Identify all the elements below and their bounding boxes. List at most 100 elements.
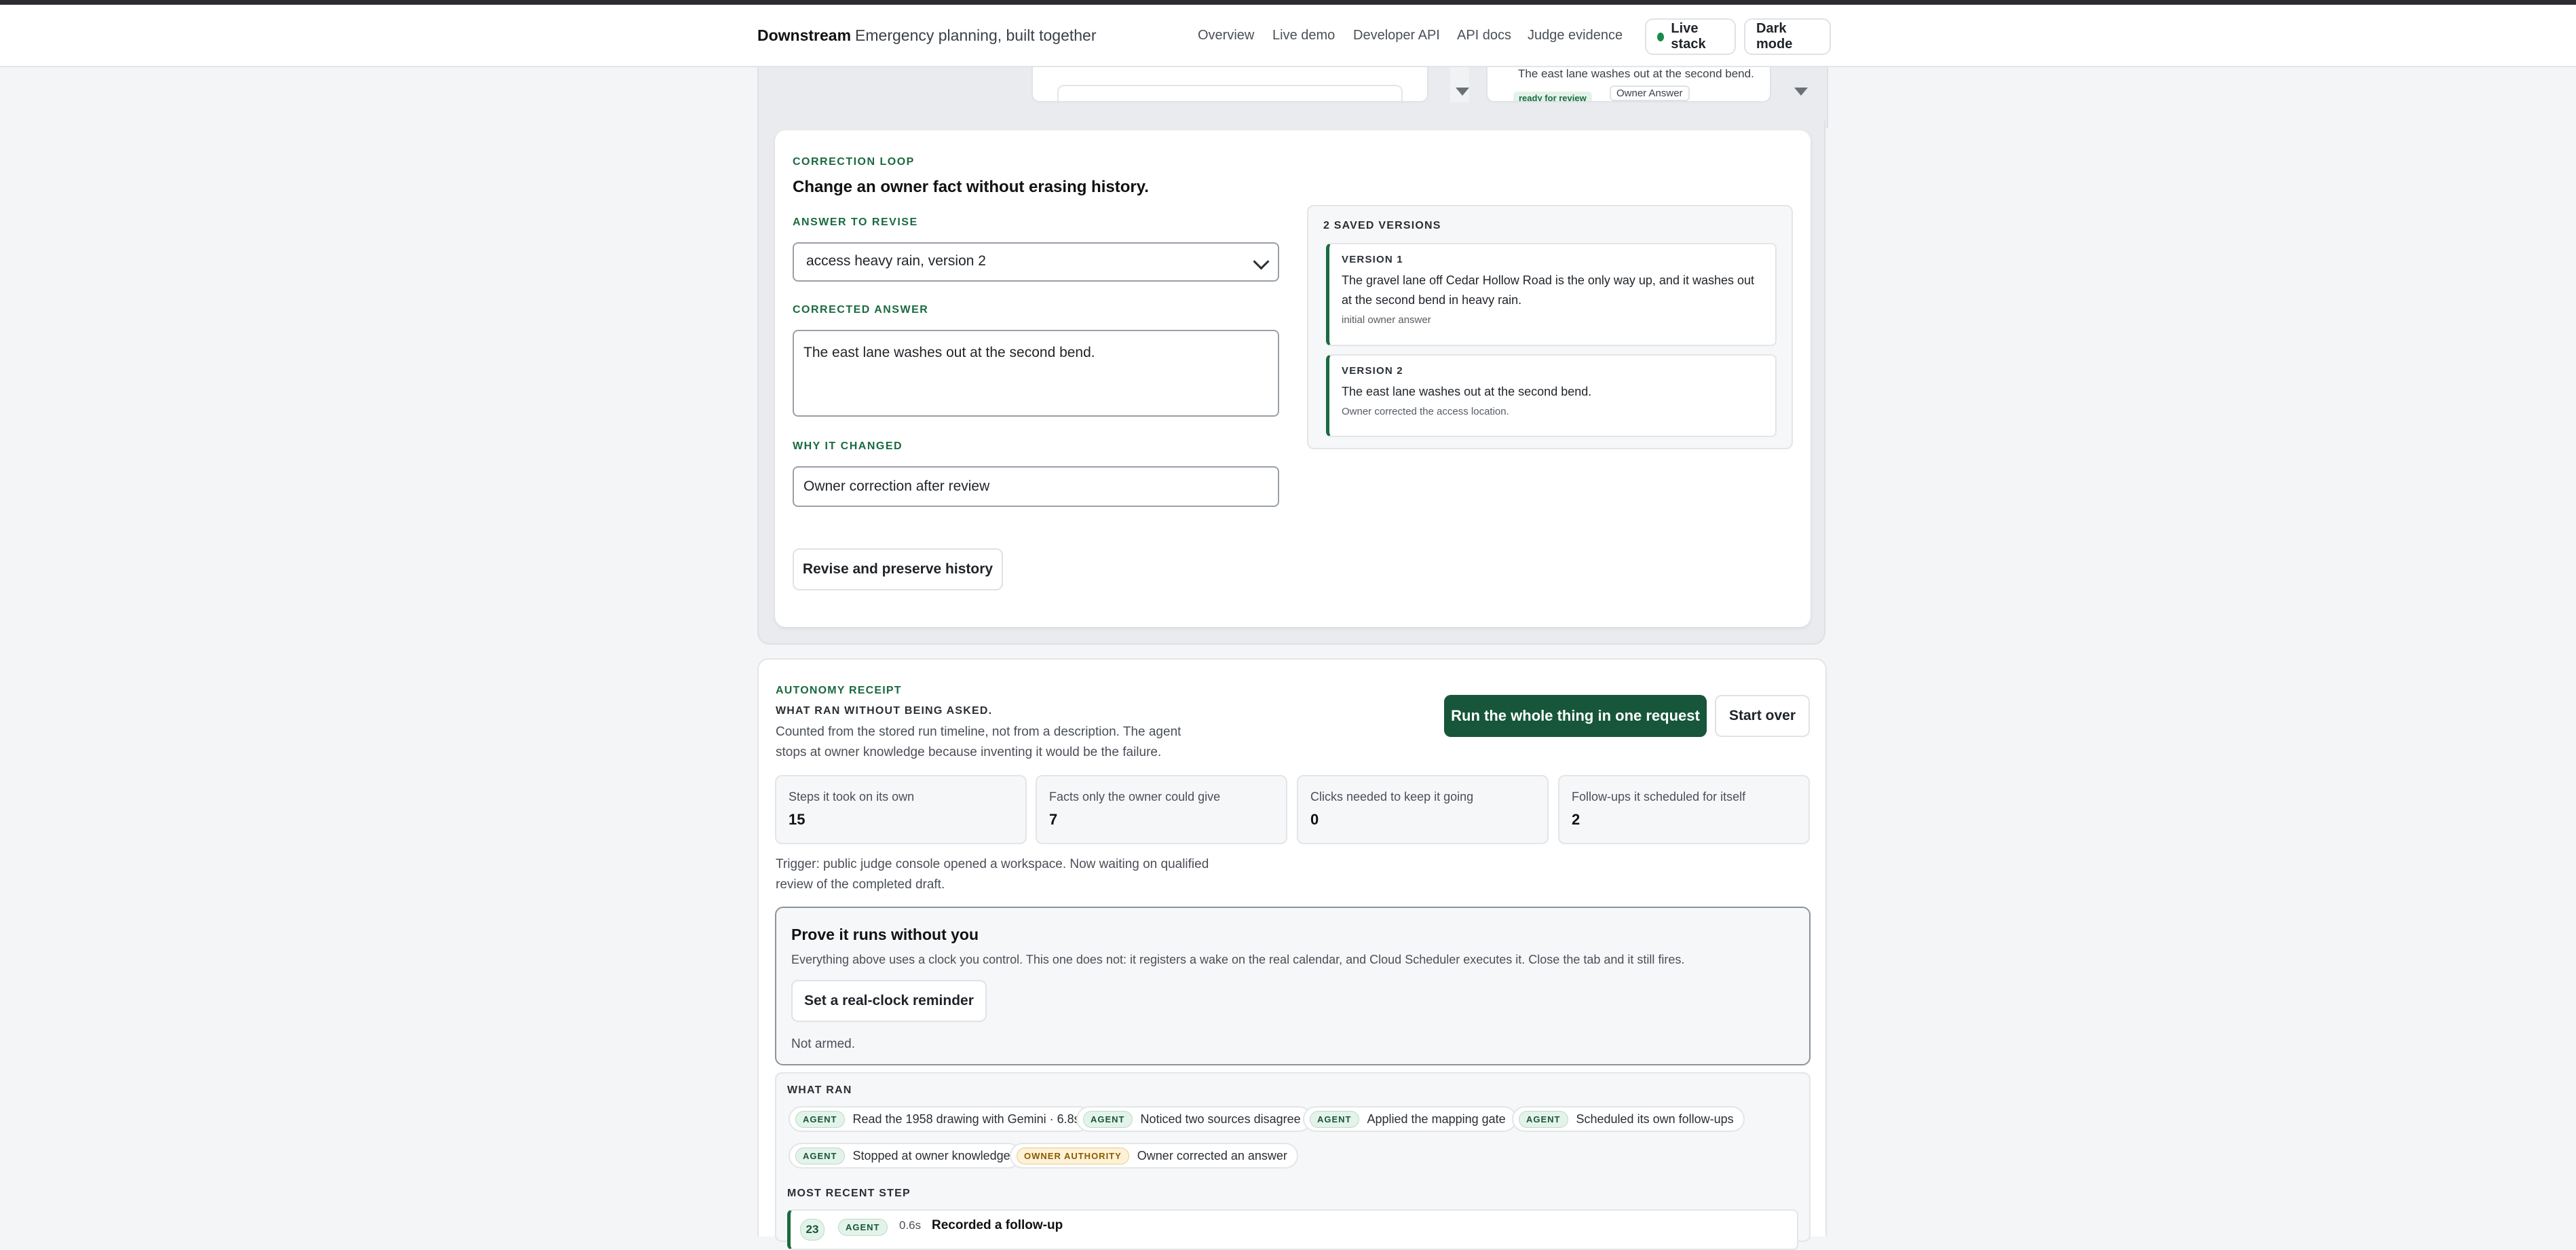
live-stack-button[interactable]: Live stack (1645, 18, 1736, 55)
run-whole-thing-button[interactable]: Run the whole thing in one request (1444, 695, 1707, 737)
stat-value: 15 (789, 811, 806, 828)
step-chip: AGENT Applied the mapping gate (1303, 1106, 1517, 1132)
previous-left-item (1057, 85, 1403, 104)
step-tag: AGENT (1519, 1110, 1568, 1128)
saved-versions-title: 2 SAVED VERSIONS (1323, 220, 1441, 231)
dark-mode-button[interactable]: Dark mode (1744, 18, 1831, 55)
version-label: VERSION 2 (1342, 365, 1403, 377)
scroll-down-arrow-icon-right[interactable] (1794, 88, 1808, 96)
step-chip: OWNER AUTHORITY Owner corrected an answe… (1010, 1143, 1298, 1169)
set-real-clock-reminder-button[interactable]: Set a real-clock reminder (791, 980, 987, 1022)
version-note: Owner corrected the access location. (1342, 406, 1509, 417)
step-tag: AGENT (795, 1147, 845, 1164)
corrected-answer-value: The east lane washes out at the second b… (803, 345, 1095, 360)
nav-link-overview[interactable]: Overview (1198, 28, 1254, 43)
step-text: Read the 1958 drawing with Gemini · 6.8s (852, 1112, 1080, 1126)
step-text: Owner corrected an answer (1137, 1148, 1287, 1162)
nav-link-judge-evidence[interactable]: Judge evidence (1528, 28, 1623, 43)
corrected-answer-textarea[interactable]: The east lane washes out at the second b… (793, 330, 1279, 417)
step-tag: AGENT (1310, 1110, 1359, 1128)
stat-card-follow-ups: Follow-ups it scheduled for itself 2 (1558, 775, 1810, 844)
most-recent-step-label: MOST RECENT STEP (787, 1188, 911, 1199)
step-tag: AGENT (795, 1110, 845, 1128)
stat-value: 2 (1572, 811, 1580, 828)
what-ran-label: WHAT RAN (787, 1084, 852, 1096)
previous-right-panel: The east lane washes out at the second b… (1486, 67, 1771, 102)
prove-it-runs-panel: Prove it runs without you Everything abo… (775, 907, 1811, 1065)
answer-select[interactable]: access heavy rain, version 2 (793, 242, 1279, 282)
stat-card-clicks: Clicks needed to keep it going 0 (1297, 775, 1549, 844)
autonomy-subtitle: WHAT RAN WITHOUT BEING ASKED. (776, 705, 993, 717)
stat-value: 0 (1310, 811, 1319, 828)
start-over-button[interactable]: Start over (1715, 695, 1810, 737)
brand[interactable]: Downstream Emergency planning, built toge… (757, 26, 1097, 45)
stat-label: Follow-ups it scheduled for itself (1572, 790, 1746, 803)
previous-left-panel[interactable] (1031, 67, 1428, 104)
prove-description: Everything above uses a clock you contro… (791, 953, 1685, 966)
version-text: The east lane washes out at the second b… (1342, 385, 1592, 398)
nav-link-developer-api[interactable]: Developer API (1353, 28, 1440, 43)
version-label: VERSION 1 (1342, 254, 1403, 265)
step-chip: AGENT Scheduled its own follow-ups (1512, 1106, 1745, 1132)
step-tag: AGENT (838, 1219, 888, 1236)
correction-eyebrow: CORRECTION LOOP (793, 156, 915, 168)
scrollbar[interactable] (1450, 67, 1469, 102)
step-chip: AGENT Noticed two sources disagree (1076, 1106, 1312, 1132)
why-changed-input[interactable]: Owner correction after review (793, 466, 1279, 507)
revise-button-label: Revise and preserve history (802, 561, 993, 577)
stat-label: Steps it took on its own (789, 790, 915, 803)
step-text: Stopped at owner knowledge (852, 1148, 1010, 1162)
step-chip: AGENT Stopped at owner knowledge (789, 1143, 1021, 1169)
step-text: Applied the mapping gate (1367, 1112, 1506, 1126)
dark-mode-label: Dark mode (1756, 21, 1793, 52)
window-top-bar (0, 0, 2576, 5)
armed-status: Not armed. (791, 1037, 855, 1051)
why-changed-label: WHY IT CHANGED (793, 440, 903, 452)
correction-title: Change an owner fact without erasing his… (793, 178, 1149, 196)
step-text: Scheduled its own follow-ups (1576, 1112, 1734, 1126)
nav-link-api-docs[interactable]: API docs (1457, 28, 1511, 43)
brand-name: Downstream (757, 26, 852, 44)
autonomy-description-line-2: stops at owner knowledge because inventi… (776, 745, 1162, 759)
reminder-button-label: Set a real-clock reminder (804, 993, 974, 1008)
stat-card-steps: Steps it took on its own 15 (775, 775, 1027, 844)
status-badge: ready for review (1513, 92, 1592, 101)
why-changed-value: Owner correction after review (803, 478, 990, 494)
run-button-label: Run the whole thing in one request (1451, 707, 1700, 724)
step-duration: 0.6s (899, 1219, 922, 1232)
brand-tagline: Emergency planning, built together (855, 26, 1097, 44)
stat-label: Facts only the owner could give (1049, 790, 1221, 803)
corrected-answer-label: CORRECTED ANSWER (793, 304, 929, 316)
step-tag: OWNER AUTHORITY (1017, 1147, 1129, 1164)
start-over-label: Start over (1728, 708, 1796, 723)
revise-preserve-history-button[interactable]: Revise and preserve history (793, 548, 1003, 590)
version-card: VERSION 1 The gravel lane off Cedar Holl… (1326, 243, 1777, 346)
step-text: Recorded a follow-up (932, 1218, 1063, 1232)
answer-to-revise-label: ANSWER TO REVISE (793, 216, 918, 228)
owner-answer-chip: Owner Answer (1610, 86, 1690, 101)
top-navigation: Downstream Emergency planning, built toge… (0, 5, 2576, 67)
version-card: VERSION 2 The east lane washes out at th… (1326, 354, 1777, 437)
answer-select-value: access heavy rain, version 2 (806, 253, 986, 269)
stat-card-facts: Facts only the owner could give 7 (1036, 775, 1287, 844)
scroll-down-arrow-icon[interactable] (1456, 88, 1469, 96)
status-dot-icon (1657, 32, 1665, 41)
prove-title: Prove it runs without you (791, 926, 979, 943)
step-tag: AGENT (1083, 1110, 1133, 1128)
stat-value: 7 (1049, 811, 1058, 828)
version-note: initial owner answer (1342, 314, 1431, 326)
nav-link-live-demo[interactable]: Live demo (1272, 28, 1335, 43)
trigger-line-2: review of the completed draft. (776, 877, 945, 892)
trigger-line-1: Trigger: public judge console opened a w… (776, 857, 1209, 871)
autonomy-eyebrow: AUTONOMY RECEIPT (776, 685, 902, 696)
previous-answer-text: The east lane washes out at the second b… (1518, 67, 1754, 80)
chevron-down-icon (1253, 253, 1270, 270)
version-text: The gravel lane off Cedar Hollow Road is… (1342, 273, 1755, 307)
live-stack-label: Live stack (1671, 21, 1706, 52)
step-chip: AGENT Read the 1958 drawing with Gemini … (789, 1106, 1091, 1132)
stat-label: Clicks needed to keep it going (1310, 790, 1474, 803)
most-recent-step: 23 AGENT 0.6s Recorded a follow-up (787, 1209, 1798, 1250)
saved-versions-panel: 2 SAVED VERSIONS VERSION 1 The gravel la… (1307, 205, 1793, 449)
autonomy-description-line-1: Counted from the stored run timeline, no… (776, 725, 1181, 739)
step-number-badge: 23 (800, 1219, 825, 1240)
